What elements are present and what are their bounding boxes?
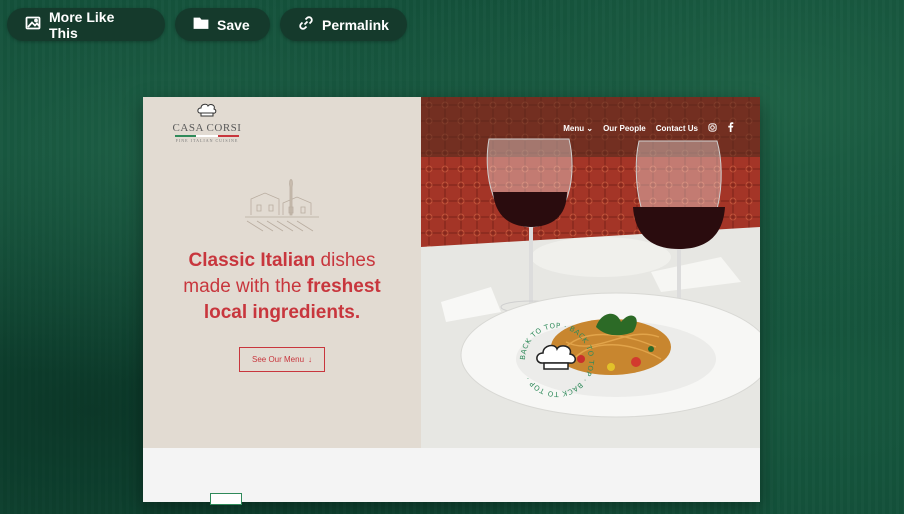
see-our-menu-label: See Our Menu <box>251 355 305 364</box>
nav-menu[interactable]: Menu ⌄ <box>563 124 593 133</box>
headline-part1: Classic Italian <box>188 250 316 271</box>
logo-name: CASA CORSI <box>172 122 242 134</box>
instagram-icon[interactable] <box>708 122 717 134</box>
folder-icon <box>193 15 209 34</box>
arrow-down-icon: ↓ <box>308 355 313 364</box>
site-nav: Menu ⌄ Our People Contact Us <box>563 122 734 134</box>
back-to-top-badge[interactable]: BACK TO TOP · BACK TO TOP · BACK TO TOP … <box>515 318 599 402</box>
save-button[interactable]: Save <box>175 8 270 41</box>
tuscan-villa-illustration <box>245 179 319 232</box>
nav-our-people[interactable]: Our People <box>603 124 646 133</box>
nav-contact-us[interactable]: Contact Us <box>656 124 698 133</box>
permalink-button[interactable]: Permalink <box>280 8 407 41</box>
chef-hat-icon <box>197 103 217 117</box>
content-thumbnail <box>210 493 242 505</box>
save-label: Save <box>217 16 250 33</box>
see-our-menu-button[interactable]: See Our Menu ↓ <box>239 347 325 372</box>
hero-left-panel: CASA CORSI FINE ITALIAN CUISINE Classic … <box>143 97 421 448</box>
link-icon <box>298 15 314 34</box>
permalink-label: Permalink <box>322 16 389 33</box>
site-logo[interactable]: CASA CORSI FINE ITALIAN CUISINE <box>171 103 243 143</box>
hero-headline: Classic Italian dishes made with the fre… <box>163 248 401 326</box>
logo-tagline: FINE ITALIAN CUISINE <box>175 138 239 143</box>
facebook-icon[interactable] <box>727 122 734 134</box>
logo-flag-stripe <box>175 135 239 137</box>
image-icon <box>25 15 41 34</box>
more-like-this-label: More Like This <box>49 8 115 41</box>
more-like-this-button[interactable]: More Like This <box>7 8 165 41</box>
website-preview: CASA CORSI FINE ITALIAN CUISINE Classic … <box>143 97 760 502</box>
